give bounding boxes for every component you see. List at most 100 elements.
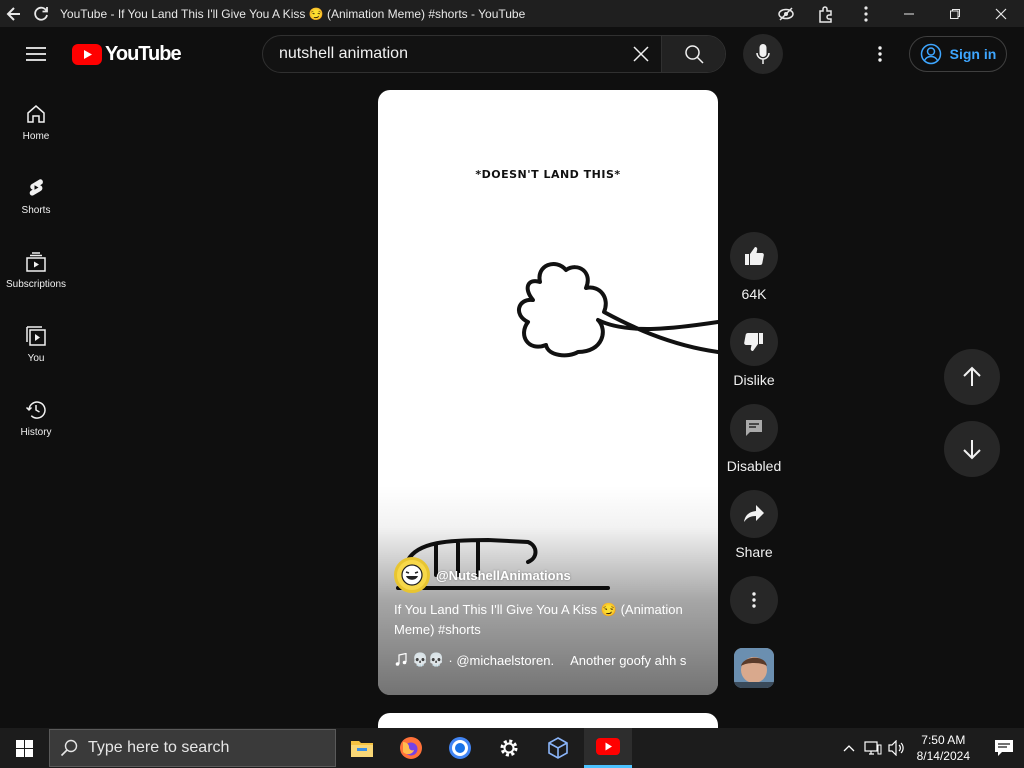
chrome-icon xyxy=(449,737,471,759)
thumbs-up-icon xyxy=(745,247,764,265)
close-window-icon[interactable] xyxy=(978,0,1024,27)
music-note-icon xyxy=(395,653,407,666)
arrow-down-icon xyxy=(963,440,981,460)
sidebar-item-label: Subscriptions xyxy=(5,279,67,290)
history-icon xyxy=(25,401,46,419)
next-short-button[interactable] xyxy=(944,421,1000,477)
settings-menu-icon[interactable] xyxy=(862,37,898,71)
mini-guide: Home Shorts Subscriptions You History xyxy=(0,95,72,465)
music-credit: · @michaelstoren. xyxy=(448,652,555,668)
share-label: Share xyxy=(735,544,773,560)
tracking-prevention-icon[interactable] xyxy=(766,0,806,27)
channel-avatar[interactable] xyxy=(394,557,430,593)
taskbar-clock[interactable]: 7:50 AM 8/14/2024 xyxy=(917,732,970,764)
like-count: 64K xyxy=(741,286,767,302)
network-icon[interactable] xyxy=(861,740,885,756)
home-icon xyxy=(27,105,45,123)
share-icon xyxy=(744,505,764,522)
browser-titlebar: YouTube - If You Land This I'll Give You… xyxy=(0,0,1024,27)
refresh-icon[interactable] xyxy=(27,0,54,27)
search-input[interactable] xyxy=(263,36,621,72)
sidebar-item-subscriptions[interactable]: Subscriptions xyxy=(0,243,72,317)
share-action: Share xyxy=(730,490,778,560)
sidebar-item-label: Home xyxy=(22,131,50,142)
comment-icon xyxy=(746,420,762,436)
shorts-player[interactable]: *DOESN'T LAND THIS* @NutshellAnimations … xyxy=(378,90,718,695)
menu-icon[interactable] xyxy=(16,37,56,71)
cube-icon xyxy=(548,737,568,759)
browser-menu-icon[interactable] xyxy=(846,0,886,27)
taskbar-file-explorer[interactable] xyxy=(338,728,386,768)
taskbar-firefox[interactable] xyxy=(387,728,435,768)
masthead: YouTube Sign in xyxy=(0,27,1024,81)
voice-search-button[interactable] xyxy=(743,34,783,74)
notifications-button[interactable] xyxy=(984,728,1024,768)
taskbar-search-box[interactable]: Type here to search xyxy=(49,729,336,767)
sidebar-item-label: Shorts xyxy=(21,205,51,216)
sound-thumbnail-image xyxy=(734,648,774,688)
clear-search-icon[interactable] xyxy=(621,36,661,72)
back-icon[interactable] xyxy=(0,0,27,27)
search-icon xyxy=(684,45,704,64)
volume-icon[interactable] xyxy=(885,740,909,756)
comments-label: Disabled xyxy=(726,458,782,474)
taskbar-search-placeholder: Type here to search xyxy=(88,739,230,756)
windows-logo-icon xyxy=(15,739,33,757)
dislike-button[interactable] xyxy=(730,318,778,366)
extensions-icon[interactable] xyxy=(806,0,846,27)
subscriptions-icon xyxy=(26,252,46,272)
sign-in-label: Sign in xyxy=(949,46,997,62)
youtube-app-icon xyxy=(596,738,620,755)
clock-time: 7:50 AM xyxy=(921,733,966,747)
youtube-logo-icon xyxy=(72,44,102,65)
taskbar-3d-app[interactable] xyxy=(534,728,582,768)
music-info[interactable]: 💀💀 · @michaelstoren. Another goofy ahh s xyxy=(394,652,704,668)
channel-name[interactable]: @NutshellAnimations xyxy=(436,568,571,583)
minimize-icon[interactable] xyxy=(886,0,932,27)
taskbar-settings[interactable] xyxy=(485,728,533,768)
taskbar-search-icon xyxy=(60,739,78,757)
channel-info[interactable]: @NutshellAnimations xyxy=(394,557,571,593)
search-box xyxy=(262,35,726,73)
sidebar-item-home[interactable]: Home xyxy=(0,95,72,169)
notification-icon xyxy=(995,740,1013,756)
arrow-up-icon xyxy=(963,366,981,386)
sidebar-item-shorts[interactable]: Shorts xyxy=(0,169,72,243)
previous-short-button[interactable] xyxy=(944,349,1000,405)
taskbar-youtube[interactable] xyxy=(584,728,632,768)
show-hidden-icons-icon[interactable] xyxy=(837,744,861,752)
sound-thumbnail[interactable] xyxy=(734,648,774,688)
taskbar-chrome[interactable] xyxy=(436,728,484,768)
system-tray: 7:50 AM 8/14/2024 xyxy=(837,728,1024,768)
like-action: 64K xyxy=(730,232,778,302)
share-button[interactable] xyxy=(730,490,778,538)
search-button[interactable] xyxy=(661,36,725,72)
windows-taskbar: Type here to search 7:50 AM 8/14/2024 xyxy=(0,728,1024,768)
firefox-icon xyxy=(400,737,422,759)
more-options-button[interactable] xyxy=(730,576,778,624)
music-description: Another goofy ahh s xyxy=(570,652,687,668)
sidebar-item-you[interactable]: You xyxy=(0,317,72,391)
account-icon xyxy=(920,43,941,65)
more-action xyxy=(730,576,778,624)
sidebar-item-history[interactable]: History xyxy=(0,391,72,465)
logo-text: YouTube xyxy=(105,43,182,65)
microphone-icon xyxy=(756,44,770,64)
laughing-face-icon xyxy=(401,564,423,586)
folder-icon xyxy=(351,741,373,757)
comments-action: Disabled xyxy=(726,404,782,474)
clock-date: 8/14/2024 xyxy=(916,749,970,763)
dislike-action: Dislike xyxy=(730,318,778,388)
youtube-logo[interactable]: YouTube xyxy=(72,43,182,66)
restore-icon[interactable] xyxy=(932,0,978,27)
video-title[interactable]: If You Land This I'll Give You A Kiss 😏 … xyxy=(394,600,694,640)
like-button[interactable] xyxy=(730,232,778,280)
gear-icon xyxy=(500,739,518,757)
sign-in-button[interactable]: Sign in xyxy=(909,36,1007,72)
sidebar-item-label: You xyxy=(27,353,45,364)
shorts-icon xyxy=(29,179,43,196)
comments-button[interactable] xyxy=(730,404,778,452)
thumbs-down-icon xyxy=(744,333,763,351)
sidebar-item-label: History xyxy=(20,427,52,438)
start-button[interactable] xyxy=(0,728,48,768)
